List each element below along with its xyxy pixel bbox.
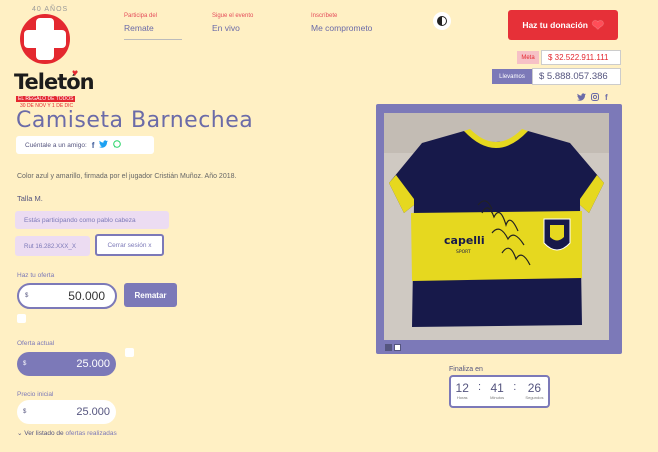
product-description: Color azul y amarillo, firmada por el ju… <box>17 173 237 180</box>
instagram-icon[interactable] <box>591 93 599 103</box>
logo-cross-bar <box>24 30 66 48</box>
offers-list-prefix: Ver listado de <box>24 430 64 437</box>
facebook-icon[interactable]: f <box>605 93 608 102</box>
nav-remate-label: Remate <box>124 23 154 33</box>
countdown-label: Finaliza en <box>449 366 483 373</box>
share-bar: Cuéntale a un amigo: f <box>16 136 154 154</box>
initial-price-currency: $ <box>23 409 27 415</box>
offer-checkbox[interactable] <box>17 314 26 323</box>
initial-price-label: Precio inicial <box>17 391 54 398</box>
countdown-separator: : <box>513 381 517 393</box>
current-offer-checkbox[interactable] <box>125 348 134 357</box>
twitter-icon[interactable] <box>577 93 586 103</box>
nav-me-comprometo-label: Me comprometo <box>311 23 373 33</box>
countdown-hours: 12 Horas <box>456 381 469 400</box>
share-twitter-icon[interactable] <box>99 140 109 150</box>
countdown-minutes-value: 41 <box>490 381 504 395</box>
participating-as: Estás participando como pablo cabeza <box>15 211 169 229</box>
offer-input[interactable]: $ 50.000 <box>17 283 117 309</box>
llevamos-label: Llevamos <box>492 69 532 84</box>
meta-label: Meta <box>517 51 539 64</box>
offers-list-link[interactable]: ofertas realizadas <box>65 430 116 437</box>
nav-me-comprometo-caption: Inscríbete <box>311 13 338 19</box>
current-offer-label: Oferta actual <box>17 340 55 347</box>
nav-en-vivo[interactable]: Sigue el evento En vivo <box>212 13 253 33</box>
countdown-separator: : <box>478 381 482 393</box>
nav-remate-caption: Participa del <box>124 13 158 19</box>
countdown-minutes-caption: Minutos <box>490 395 505 400</box>
offer-value: 50.000 <box>68 289 105 303</box>
share-label: Cuéntale a un amigo: <box>25 141 87 149</box>
heart-icon: ❤ <box>591 16 604 33</box>
share-facebook-icon[interactable]: f <box>92 141 95 150</box>
share-whatsapp-icon[interactable] <box>113 140 122 150</box>
donate-button[interactable]: Haz tu donación ❤ <box>508 10 618 40</box>
logo-years: 40 AÑOS <box>32 6 69 13</box>
user-rut: Rut 16.282.XXX_X <box>15 236 90 256</box>
image-carousel-dots[interactable] <box>385 338 403 356</box>
nav-remate[interactable]: Participa del Remate <box>124 13 182 40</box>
current-offer-value: 25.000 <box>76 358 110 370</box>
contrast-toggle-button[interactable] <box>433 12 451 30</box>
meta-value: $ 32.522.911.111 <box>541 50 621 65</box>
carousel-dot-2[interactable] <box>394 344 401 351</box>
current-offer-currency: $ <box>23 361 27 367</box>
logo-brand: Teletón <box>14 70 95 94</box>
nav-en-vivo-label: En vivo <box>212 23 240 33</box>
current-offer-value-box: $ 25.000 <box>17 352 116 376</box>
llevamos-value: $ 5.888.057.386 <box>532 68 621 85</box>
logo-heart-icon: ♥ <box>72 68 78 79</box>
carousel-dot-1[interactable] <box>385 344 392 351</box>
chevron-down-icon: ⌄ <box>17 430 23 437</box>
teleton-logo[interactable]: 40 AÑOS Teletón ♥ EL REGALO DE TODOS 30 … <box>14 6 95 110</box>
contrast-icon <box>437 16 447 26</box>
countdown-hours-caption: Horas <box>456 395 468 400</box>
nav-active-underline <box>124 39 182 40</box>
countdown-seconds: 26 Segundos <box>525 381 543 400</box>
logout-button[interactable]: Cerrar sesión x <box>95 234 164 256</box>
product-image-frame: capelli SPORT <box>376 104 622 354</box>
countdown-minutes: 41 Minutos <box>490 381 504 400</box>
offers-list-toggle[interactable]: ⌄ Ver listado de ofertas realizadas <box>17 429 117 437</box>
countdown-hours-value: 12 <box>455 381 469 395</box>
offer-label: Haz tu oferta <box>17 272 55 279</box>
initial-price-value-box: $ 25.000 <box>17 400 116 424</box>
nav-en-vivo-caption: Sigue el evento <box>212 13 254 19</box>
product-size: Talla M. <box>17 194 43 203</box>
product-title: Camiseta Barnechea <box>16 108 254 133</box>
countdown-seconds-caption: Segundos <box>525 395 544 400</box>
rematar-button[interactable]: Rematar <box>124 283 177 307</box>
initial-price-value: 25.000 <box>76 406 110 418</box>
donate-label: Haz tu donación <box>522 20 588 30</box>
offer-currency: $ <box>25 293 29 299</box>
countdown-seconds-value: 26 <box>527 381 542 395</box>
nav-me-comprometo[interactable]: Inscríbete Me comprometo <box>311 13 372 33</box>
jersey-brand-text: capelli <box>444 234 485 247</box>
jersey-brand-sub-text: SPORT <box>456 249 471 255</box>
countdown-timer: 12 Horas : 41 Minutos : 26 Segundos <box>449 375 550 408</box>
logo-slogan: EL REGALO DE TODOS <box>16 96 76 102</box>
product-photo: capelli SPORT <box>384 113 609 340</box>
